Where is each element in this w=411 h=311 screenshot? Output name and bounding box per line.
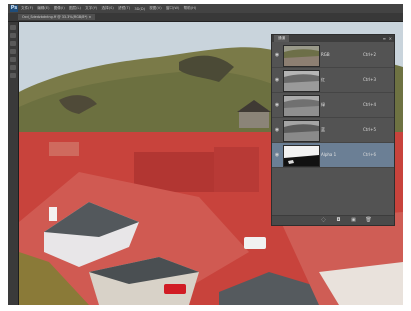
channel-row-rgb[interactable]: ◉ RGB Ctrl+2 [272,43,394,68]
marquee-tool-icon[interactable] [10,33,16,38]
close-icon[interactable]: × [389,35,392,42]
channel-shortcut: Ctrl+4 [363,102,377,107]
channel-name: 蓝 [321,127,325,132]
new-channel-icon[interactable]: ▣ [350,217,357,224]
document-tab-bar: Ocd_Sdedzbdntng.ff @ 33.3%(RGB/8*) × [8,13,403,22]
channel-name: 红 [321,77,325,82]
channels-panel-footer: ◌ ◘ ▣ 🗑 [272,215,394,225]
menu-filter[interactable]: 滤镜(T) [118,6,130,11]
channel-thumbnail [283,70,320,92]
channel-name: 绿 [321,102,325,107]
eraser-tool-icon[interactable] [10,65,16,70]
move-tool-icon[interactable] [10,25,16,30]
trash-icon[interactable]: 🗑 [365,217,372,224]
type-tool-icon[interactable] [10,73,16,78]
document-tab[interactable]: Ocd_Sdedzbdntng.ff @ 33.3%(RGB/8*) × [18,14,96,20]
menu-type[interactable]: 文字(Y) [85,6,97,11]
app-logo: Ps [10,5,18,12]
visibility-eye-icon[interactable]: ◉ [274,77,280,83]
menu-3d[interactable]: 3D(D) [134,7,145,11]
channel-row-alpha-1[interactable]: ◉ Alpha 1 Ctrl+6 [272,143,394,168]
channel-row-blue[interactable]: ◉ 蓝 Ctrl+5 [272,118,394,143]
channels-panel: 通道 ≡ × ◉ RGB Ctrl+2 ◉ 红 Ctrl+3 ◉ 绿 Ctrl+… [271,34,395,226]
menu-select[interactable]: 选择(S) [102,6,114,11]
channel-name: RGB [321,52,330,57]
channel-name: Alpha 1 [321,152,337,157]
crop-tool-icon[interactable] [10,49,16,54]
channels-tab[interactable]: 通道 [274,35,290,42]
channel-row-red[interactable]: ◉ 红 Ctrl+3 [272,68,394,93]
channel-thumbnail [283,120,320,142]
visibility-eye-icon[interactable]: ◉ [274,102,280,108]
menu-file[interactable]: 文件(F) [21,6,33,11]
save-selection-as-channel-icon[interactable]: ◘ [335,217,342,224]
menu-bar: Ps 文件(F) 编辑(E) 图像(I) 图层(L) 文字(Y) 选择(S) 滤… [8,4,403,13]
channel-row-green[interactable]: ◉ 绿 Ctrl+4 [272,93,394,118]
menu-layer[interactable]: 图层(L) [69,6,81,11]
tools-panel [8,22,19,305]
channels-panel-header: 通道 ≡ × [272,35,394,42]
channel-shortcut: Ctrl+6 [363,152,377,157]
channel-thumbnail [283,145,320,167]
channel-thumbnail [283,95,320,117]
channel-shortcut: Ctrl+3 [363,77,377,82]
menu-help[interactable]: 帮助(H) [184,6,197,11]
visibility-eye-icon[interactable]: ◉ [274,152,280,158]
panel-menu-icon[interactable]: ≡ [383,35,386,42]
menu-image[interactable]: 图像(I) [54,6,65,11]
menu-window[interactable]: 窗口(W) [166,6,180,11]
channel-thumbnail [283,45,320,67]
channel-shortcut: Ctrl+5 [363,127,377,132]
brush-tool-icon[interactable] [10,57,16,62]
channel-shortcut: Ctrl+2 [363,52,377,57]
load-channel-as-selection-icon[interactable]: ◌ [320,217,327,224]
menu-view[interactable]: 视图(V) [149,6,161,11]
visibility-eye-icon[interactable]: ◉ [274,127,280,133]
lasso-tool-icon[interactable] [10,41,16,46]
menu-edit[interactable]: 编辑(E) [37,6,49,11]
photoshop-window: Ps 文件(F) 编辑(E) 图像(I) 图层(L) 文字(Y) 选择(S) 滤… [8,4,403,305]
visibility-eye-icon[interactable]: ◉ [274,52,280,58]
